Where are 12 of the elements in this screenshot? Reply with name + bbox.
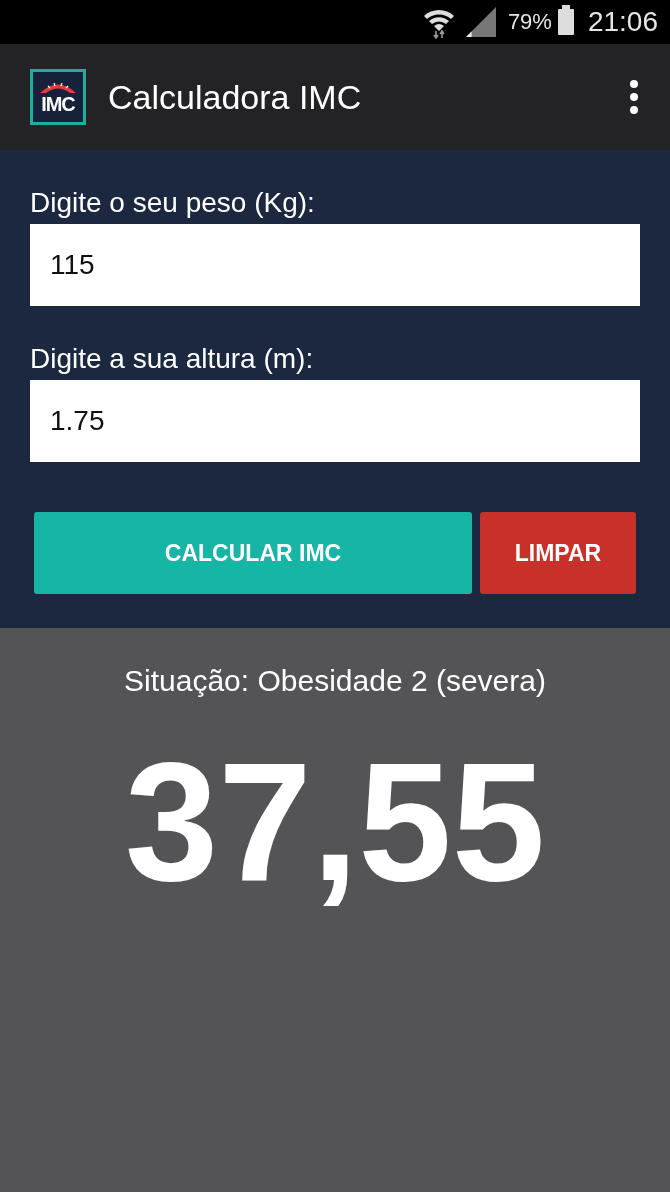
battery-percentage: 79% — [507, 9, 552, 35]
signal-icon — [465, 7, 496, 37]
clock: 21:06 — [587, 6, 658, 38]
app-title: Calculadora IMC — [108, 77, 363, 117]
field-label: Digite a sua altura (m): — [30, 342, 315, 376]
input-field[interactable]: 1.75 — [30, 380, 640, 462]
input-field[interactable]: 115 — [30, 224, 640, 306]
app-logo: IMC — [30, 69, 86, 125]
clear-button[interactable]: LIMPAR — [480, 512, 636, 594]
result-status: Situação: Obesidade 2 (severa) — [124, 664, 546, 698]
field-label: Digite o seu peso (Kg): — [30, 186, 316, 220]
bmi-value: 37,55 — [124, 738, 546, 906]
